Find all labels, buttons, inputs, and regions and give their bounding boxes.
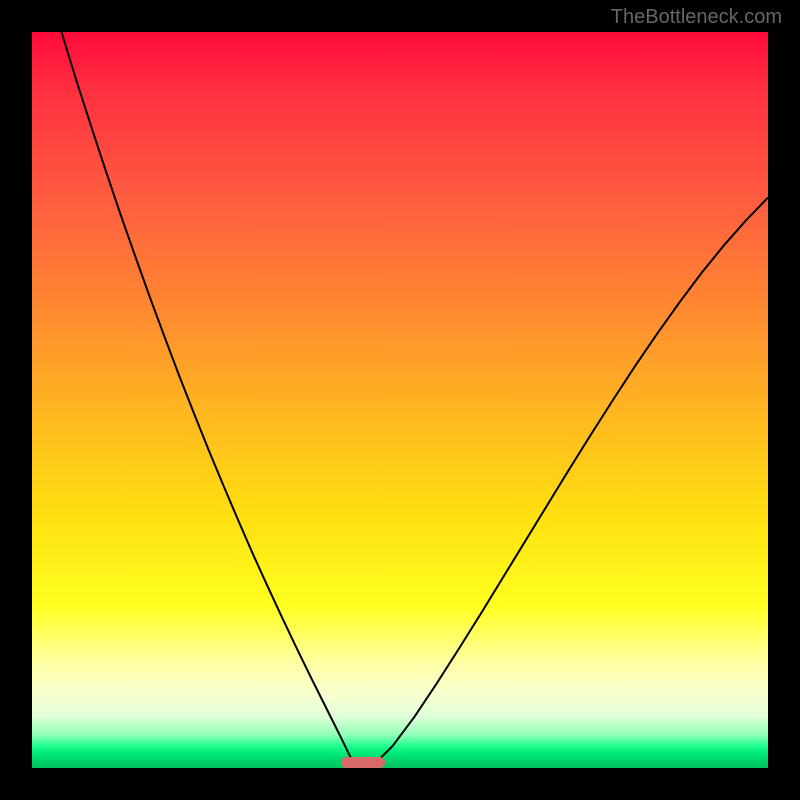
bottleneck-marker (341, 757, 385, 768)
right-curve-path (378, 198, 768, 761)
chart-plot-area (32, 32, 768, 768)
chart-curves-svg (32, 32, 768, 768)
left-curve-path (61, 32, 352, 761)
watermark-text: TheBottleneck.com (611, 6, 782, 29)
